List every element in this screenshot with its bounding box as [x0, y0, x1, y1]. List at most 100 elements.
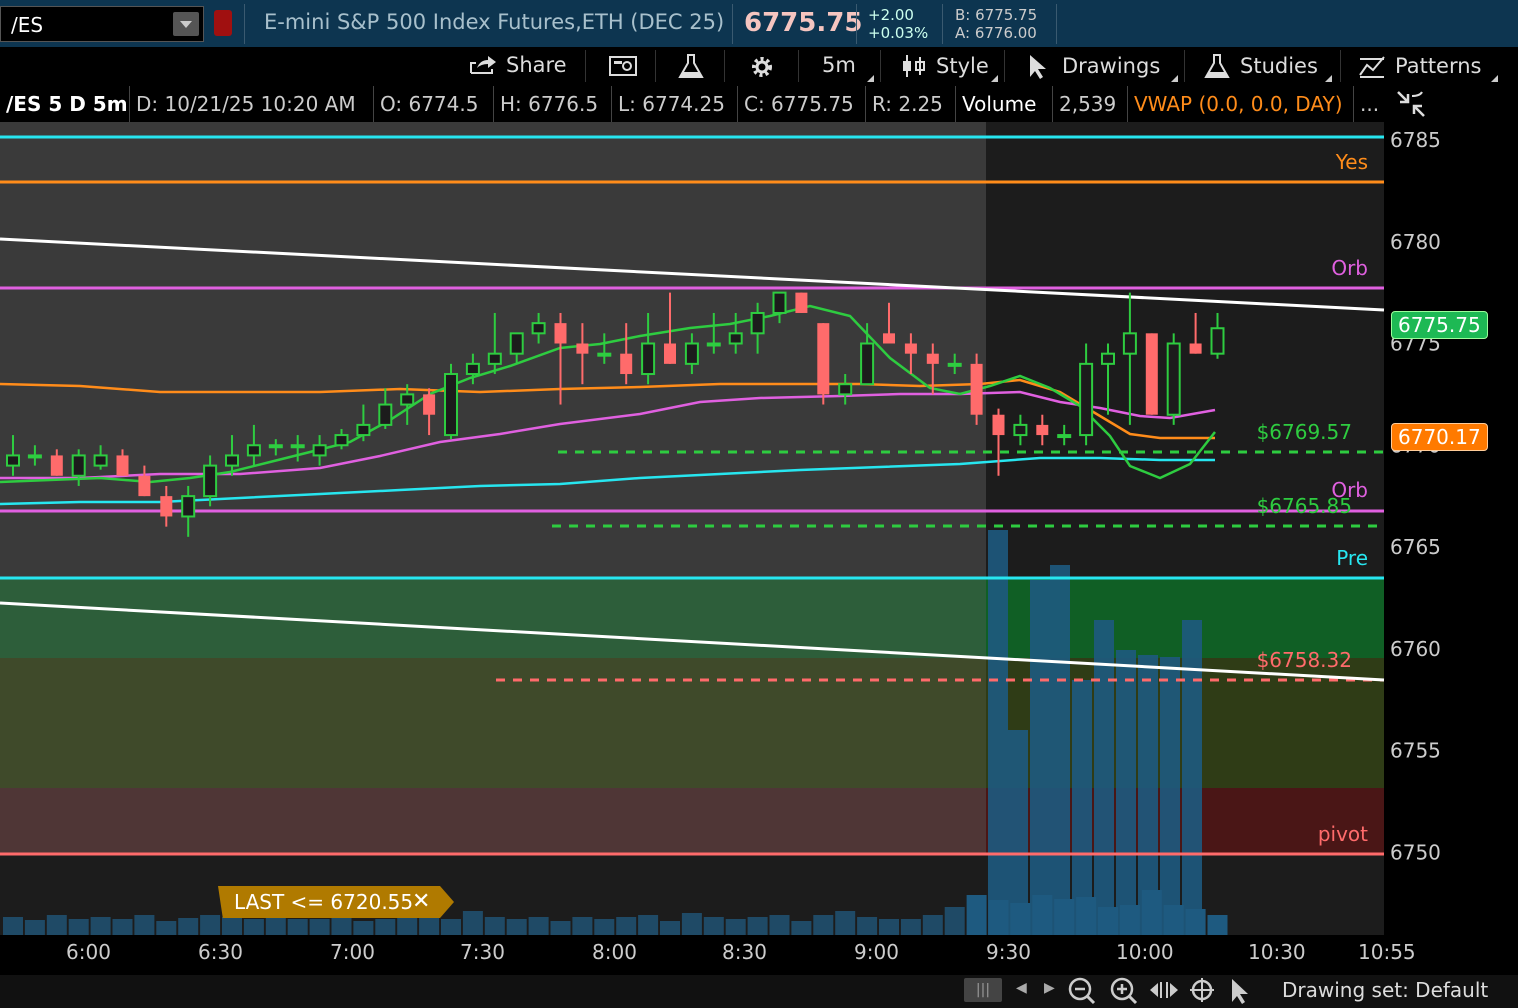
more-studies-button[interactable]: ...	[1354, 86, 1384, 122]
bar-date: D: 10/21/25 10:20 AM	[130, 86, 374, 122]
candle-body	[883, 333, 895, 344]
volume-bar	[681, 913, 702, 935]
candle[interactable]	[444, 363, 458, 440]
scroll-handle[interactable]: |||	[964, 978, 1002, 1002]
level-label-premarket: Pre	[1336, 546, 1368, 570]
candle-body	[71, 454, 86, 477]
candle-body	[641, 342, 656, 376]
candle-body	[576, 343, 589, 354]
divider	[732, 4, 733, 44]
zoom-out-icon[interactable]	[1068, 977, 1096, 1005]
instrument-description: E-mini S&P 500 Index Futures,ETH (DEC 25…	[264, 10, 725, 34]
volume-bar	[857, 917, 878, 935]
candle-body	[838, 383, 853, 396]
volume-bar	[1160, 657, 1180, 935]
candle-body	[465, 362, 480, 376]
volume-bar	[1008, 730, 1028, 935]
time-axis-tick: 10:00	[1116, 940, 1174, 964]
crosshair-icon[interactable]	[1190, 978, 1214, 1002]
candle-body	[750, 311, 765, 335]
volume-bar	[922, 915, 943, 935]
candle-body	[597, 352, 612, 357]
candle-body	[728, 332, 743, 345]
candle[interactable]	[1166, 333, 1181, 425]
close-icon[interactable]: ✕	[412, 889, 430, 914]
candle-body	[947, 362, 962, 367]
volume-bar	[791, 921, 812, 935]
zone-olive	[0, 658, 986, 788]
volume-label: Volume	[956, 86, 1053, 122]
candle-body	[487, 352, 502, 365]
time-axis-tick: 6:30	[198, 940, 243, 964]
candle[interactable]	[1145, 333, 1158, 415]
volume-bar	[769, 915, 790, 935]
candle-body	[1145, 333, 1158, 415]
pointer-icon[interactable]	[1232, 979, 1248, 1004]
symbol-selector[interactable]: /ES	[0, 6, 204, 42]
volume-bar	[287, 919, 308, 935]
volume-bar	[200, 915, 221, 935]
volume-bar	[616, 917, 637, 935]
volume-bar	[90, 917, 111, 935]
price-alert-text: LAST <= 6720.55	[234, 890, 414, 914]
candle-body	[1101, 352, 1115, 365]
time-axis-tick: 8:00	[592, 940, 637, 964]
candle-body	[225, 454, 239, 467]
candle-body	[772, 291, 787, 314]
candle-body	[400, 393, 415, 406]
zoom-in-icon[interactable]	[1110, 977, 1138, 1005]
collapse-arrows-icon[interactable]	[1394, 88, 1428, 120]
scroll-left-icon[interactable]: ◀	[1016, 980, 1027, 996]
bar-range: R: 2.25	[866, 86, 956, 122]
volume-bar	[265, 917, 286, 935]
volume-bar	[462, 911, 483, 935]
candle-body	[1210, 327, 1225, 355]
candle[interactable]	[970, 353, 983, 425]
volume-bar	[1072, 680, 1092, 935]
volume-bar	[484, 917, 505, 935]
drawing-set-label[interactable]: Drawing set: Default	[1282, 978, 1488, 1002]
ask-value: A: 6776.00	[955, 24, 1037, 42]
volume-bar	[1138, 655, 1158, 935]
bar-open: O: 6774.5	[374, 86, 494, 122]
time-axis-tick: 6:00	[66, 940, 111, 964]
volume-bar	[747, 917, 768, 935]
candle-body	[509, 332, 524, 355]
volume-bar	[243, 919, 264, 935]
price-level-label-green-2: $6765.85	[1257, 494, 1352, 518]
volume-bar	[1182, 620, 1202, 935]
time-axis-tick: 7:00	[330, 940, 375, 964]
change-value: +2.00	[868, 6, 914, 24]
vwap-price-tag: 6770.17	[1391, 423, 1488, 451]
volume-bar	[375, 919, 396, 935]
alert-flag-icon[interactable]	[214, 10, 232, 36]
candle-body	[138, 475, 151, 497]
candle-body	[378, 403, 393, 426]
candle-body	[620, 353, 633, 375]
time-axis-tick: 10:30	[1248, 940, 1306, 964]
volume-bar	[68, 919, 89, 935]
volume-bar	[900, 919, 921, 935]
price-axis-tick: 6760	[1390, 637, 1441, 661]
price-level-label-green-1: $6769.57	[1257, 420, 1352, 444]
volume-bar	[1207, 915, 1228, 935]
level-label-pivot: pivot	[1318, 822, 1368, 846]
volume-bar	[594, 919, 615, 935]
candle-body	[1036, 424, 1049, 436]
footer-tools	[1068, 977, 1248, 1005]
candle-body	[817, 323, 830, 395]
pan-arrows-icon[interactable]	[1150, 982, 1178, 998]
chart-id-label[interactable]: /ES 5 D 5m	[0, 86, 130, 122]
volume-bar	[703, 917, 724, 935]
price-chart[interactable]: Yes Orb Orb Pre pivot $6769.57 $6765.85 …	[0, 122, 1518, 935]
candle-body	[1057, 434, 1072, 439]
volume-bar	[572, 917, 593, 935]
bar-high: H: 6776.5	[494, 86, 612, 122]
candle[interactable]	[817, 323, 830, 405]
symbol-input[interactable]: /ES	[11, 13, 43, 37]
price-axis-tick: 6755	[1390, 739, 1441, 763]
chevron-down-icon[interactable]	[173, 12, 199, 36]
vwap-study-label[interactable]: VWAP (0.0, 0.0, DAY)	[1128, 86, 1354, 122]
candle[interactable]	[795, 292, 808, 313]
scroll-right-icon[interactable]: ▶	[1044, 980, 1055, 996]
